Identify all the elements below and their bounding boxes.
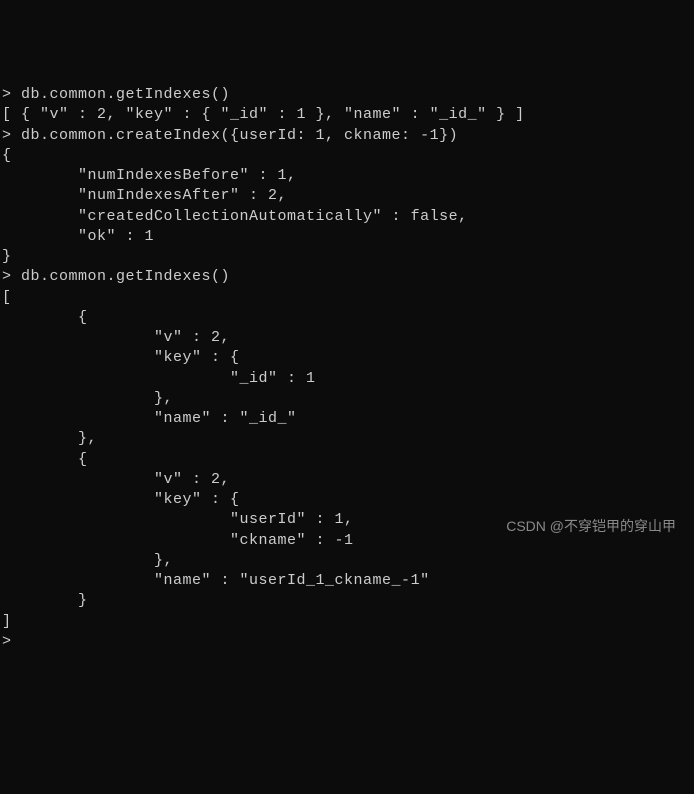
terminal-line: [ { "v" : 2, "key" : { "_id" : 1 }, "nam… [2,105,692,125]
terminal-line: } [2,247,692,267]
terminal-line: { [2,308,692,328]
terminal-line: > db.common.getIndexes() [2,85,692,105]
terminal-line: }, [2,429,692,449]
terminal-line: { [2,146,692,166]
terminal-line: } [2,591,692,611]
terminal-line: "key" : { [2,348,692,368]
terminal-line: [ [2,288,692,308]
terminal-line: "_id" : 1 [2,369,692,389]
terminal-line: > db.common.getIndexes() [2,267,692,287]
terminal-line: "name" : "_id_" [2,409,692,429]
terminal-output[interactable]: > db.common.getIndexes()[ { "v" : 2, "ke… [2,85,692,652]
terminal-line: > db.common.createIndex({userId: 1, ckna… [2,126,692,146]
terminal-line: }, [2,551,692,571]
terminal-line: "createdCollectionAutomatically" : false… [2,207,692,227]
watermark-text: CSDN @不穿铠甲的穿山甲 [506,517,676,536]
terminal-line: "numIndexesAfter" : 2, [2,186,692,206]
terminal-line: > [2,632,692,652]
terminal-line: { [2,450,692,470]
terminal-line: ] [2,612,692,632]
terminal-line: "ok" : 1 [2,227,692,247]
terminal-line: "v" : 2, [2,328,692,348]
terminal-line: "numIndexesBefore" : 1, [2,166,692,186]
terminal-line: }, [2,389,692,409]
terminal-line: "v" : 2, [2,470,692,490]
terminal-line: "key" : { [2,490,692,510]
terminal-line: "name" : "userId_1_ckname_-1" [2,571,692,591]
